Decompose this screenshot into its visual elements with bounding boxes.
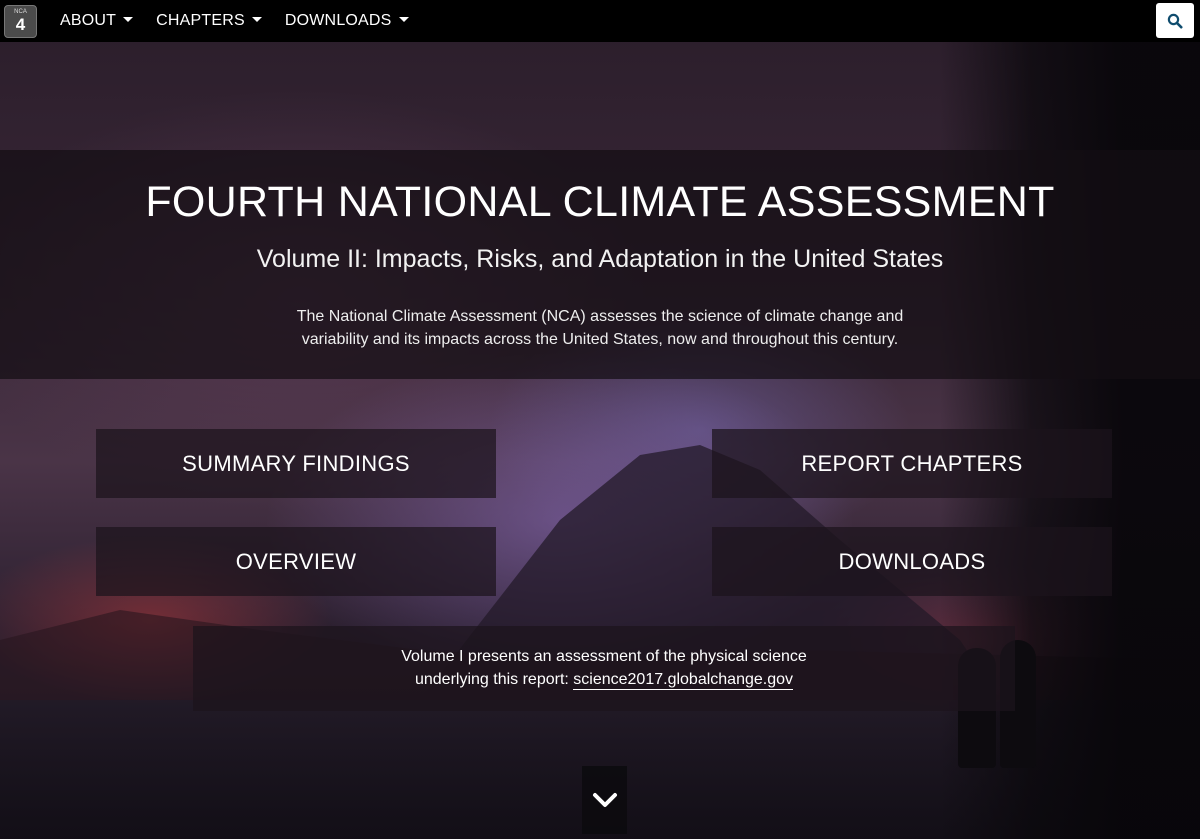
downloads-button[interactable]: DOWNLOADS — [712, 527, 1112, 596]
search-button[interactable] — [1156, 3, 1194, 38]
page-subtitle: Volume II: Impacts, Risks, and Adaptatio… — [256, 245, 944, 273]
nav-downloads[interactable]: DOWNLOADS — [285, 12, 409, 30]
hero-description: The National Climate Assessment (NCA) as… — [296, 308, 904, 348]
summary-findings-button[interactable]: SUMMARY FINDINGS — [96, 429, 496, 498]
volume-note-line1: Volume I presents an assessment of the p… — [401, 648, 807, 665]
report-chapters-button[interactable]: REPORT CHAPTERS — [712, 429, 1112, 498]
nav-chapters-label: CHAPTERS — [156, 12, 245, 29]
caret-down-icon — [398, 17, 409, 22]
overview-button[interactable]: OVERVIEW — [96, 527, 496, 596]
top-navbar: NCA 4 ABOUT CHAPTERS DOWNLOADS — [0, 0, 1200, 42]
science2017-link[interactable]: science2017.globalchange.gov — [573, 671, 794, 690]
logo-nca-text: NCA — [14, 8, 27, 15]
chevron-down-icon — [592, 793, 617, 807]
nav-about[interactable]: ABOUT — [60, 12, 134, 30]
volume-one-note: Volume I presents an assessment of the p… — [193, 626, 1015, 711]
search-icon — [1167, 13, 1183, 28]
volume-note-prefix: underlying this report: — [414, 671, 574, 688]
logo-number: 4 — [15, 14, 26, 34]
scroll-down-button[interactable] — [582, 766, 627, 834]
nav-about-label: ABOUT — [60, 12, 117, 29]
nav-downloads-label: DOWNLOADS — [284, 12, 392, 29]
volume-note-line2: underlying this report: science2017.glob… — [193, 668, 1015, 691]
hero-banner: FOURTH NATIONAL CLIMATE ASSESSMENT Volum… — [0, 150, 1200, 379]
page-title: FOURTH NATIONAL CLIMATE ASSESSMENT — [145, 178, 1055, 226]
caret-down-icon — [251, 17, 262, 22]
nca4-logo[interactable]: NCA 4 — [4, 4, 37, 38]
nav-chapters[interactable]: CHAPTERS — [156, 12, 262, 30]
caret-down-icon — [123, 17, 134, 22]
